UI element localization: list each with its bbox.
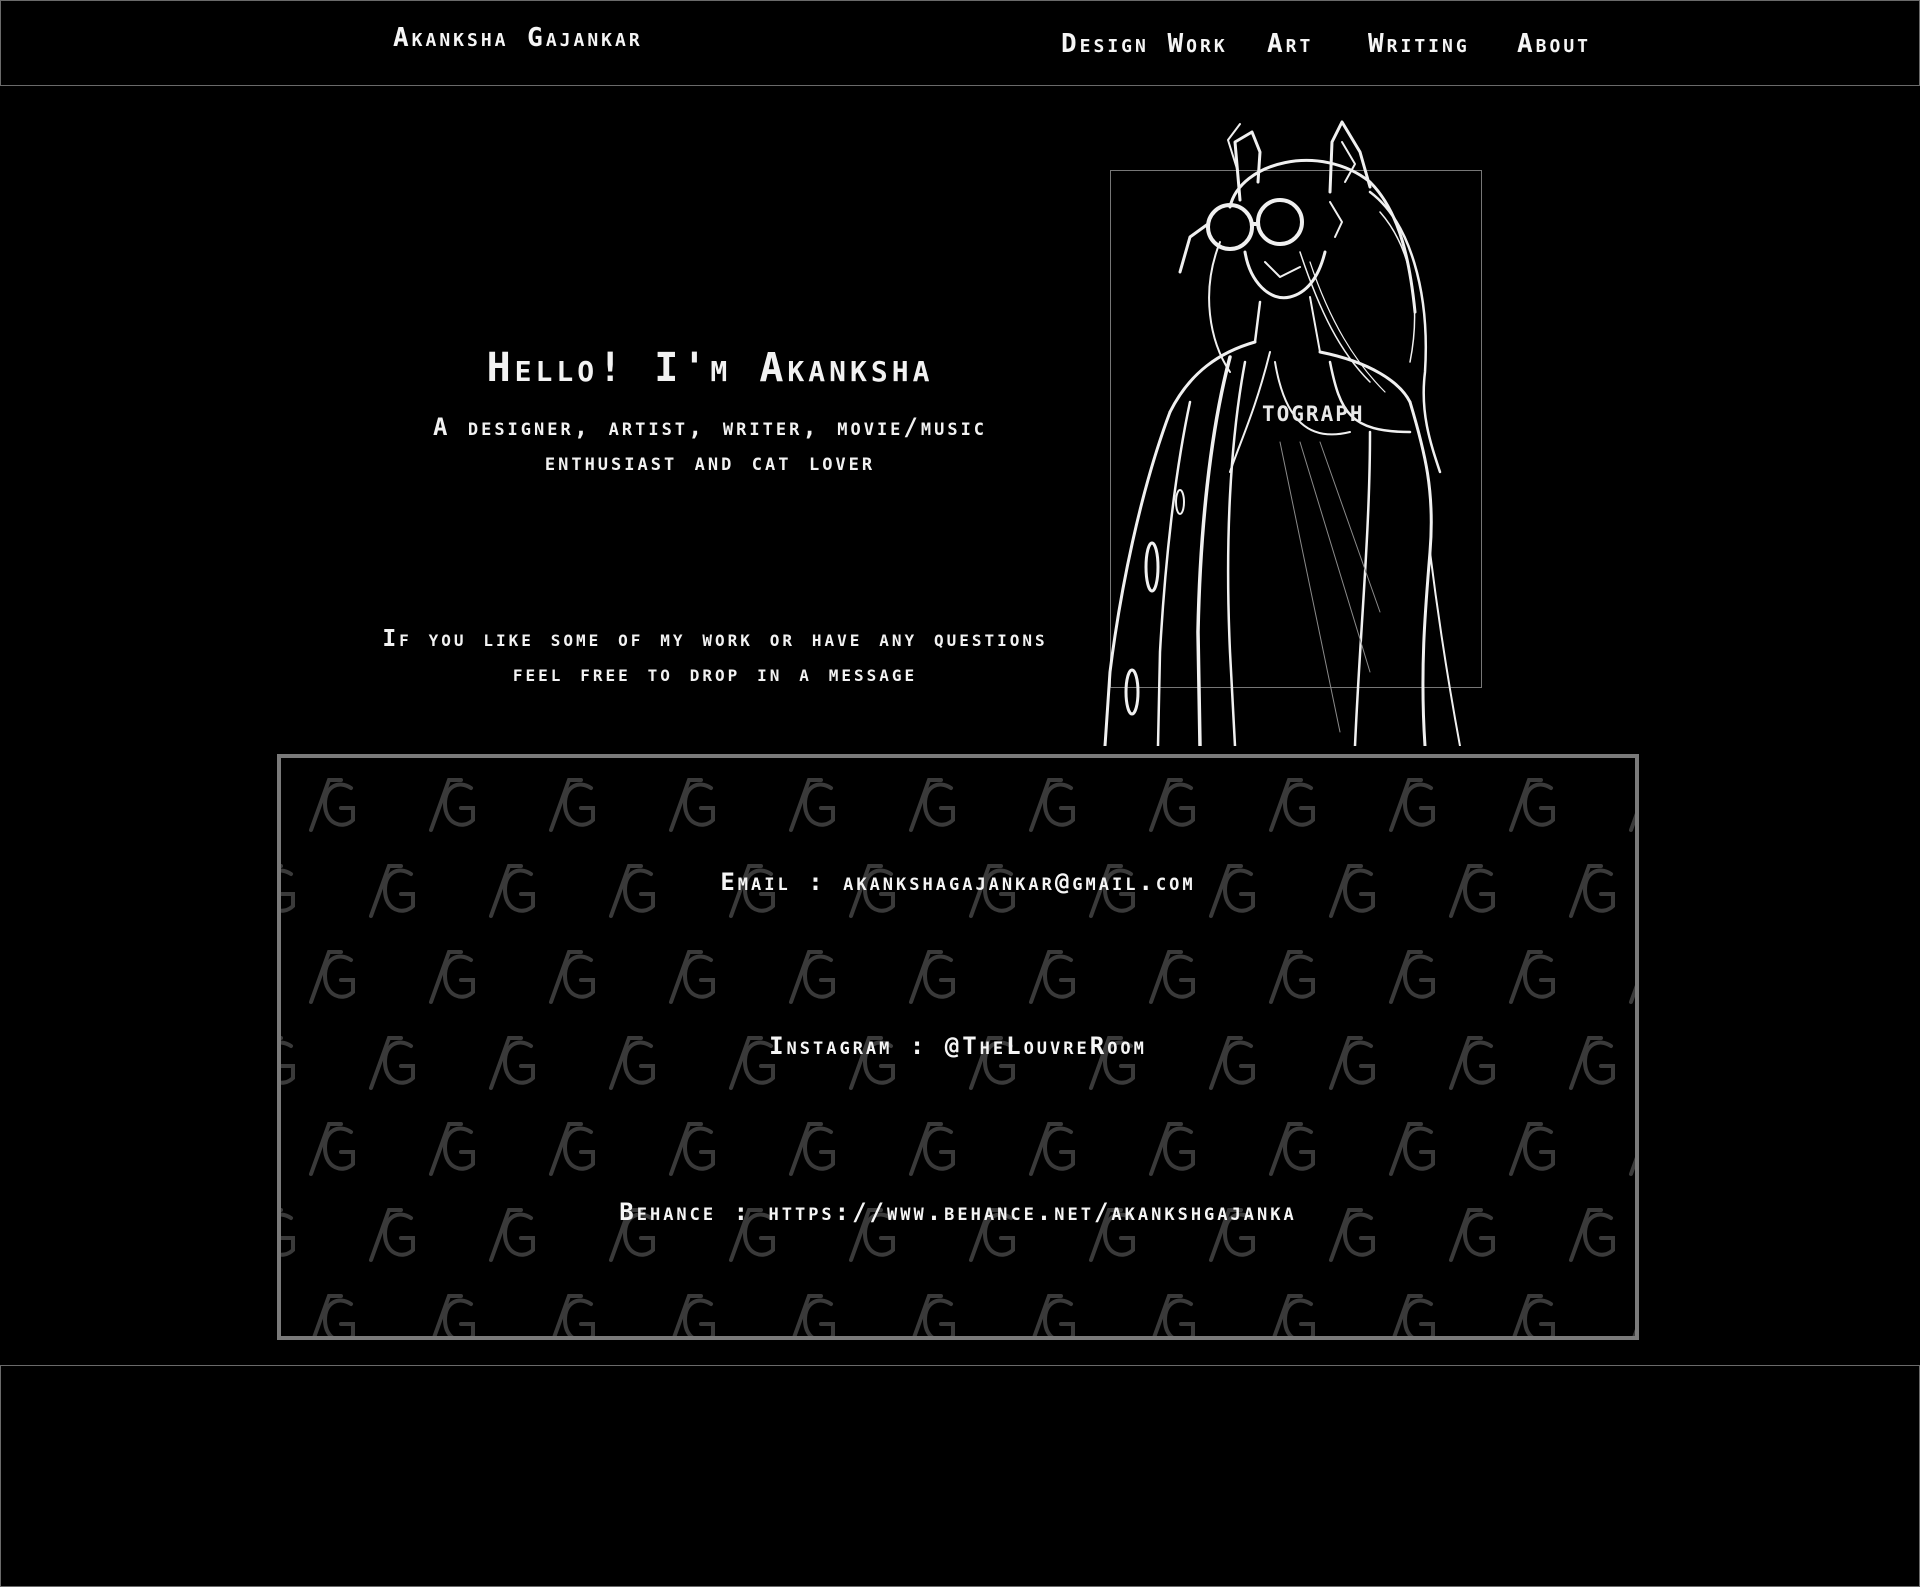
nav-art[interactable]: Art (1267, 29, 1313, 59)
hero-subtitle: A designer, artist, writer, movie/music … (380, 410, 1040, 480)
illustration-overlay-text: TOGRAPH (1262, 402, 1365, 426)
hero-subtitle-line-2: enthusiast and cat lover (544, 448, 876, 476)
nav-about[interactable]: About (1517, 29, 1591, 59)
hero-cta-line-2: feel free to drop in a message (512, 661, 918, 687)
portrait-sketch-illustration (1103, 120, 1461, 746)
hero-title: Hello! I'm Akanksha (486, 345, 934, 391)
contact-instagram[interactable]: Instagram : @TheLouvreRoom (281, 1032, 1635, 1060)
footer (0, 1365, 1920, 1587)
hero-cta-line-1: If you like some of my work or have any … (382, 626, 1048, 652)
site-name-link[interactable]: Akanksha Gajankar (393, 23, 643, 53)
contact-panel: Email : akankshagajankar@gmail.com Insta… (277, 754, 1639, 1340)
contact-email[interactable]: Email : akankshagajankar@gmail.com (281, 868, 1635, 896)
nav-writing[interactable]: Writing (1368, 29, 1470, 59)
hero-cta-text: If you like some of my work or have any … (330, 622, 1100, 692)
contact-behance[interactable]: Behance : https://www.behance.net/akanks… (281, 1198, 1635, 1226)
hero-subtitle-line-1: A designer, artist, writer, movie/music (432, 413, 988, 441)
nav-design-work[interactable]: Design Work (1061, 29, 1228, 59)
top-navigation-bar: Akanksha Gajankar Design Work Art Writin… (0, 0, 1920, 86)
